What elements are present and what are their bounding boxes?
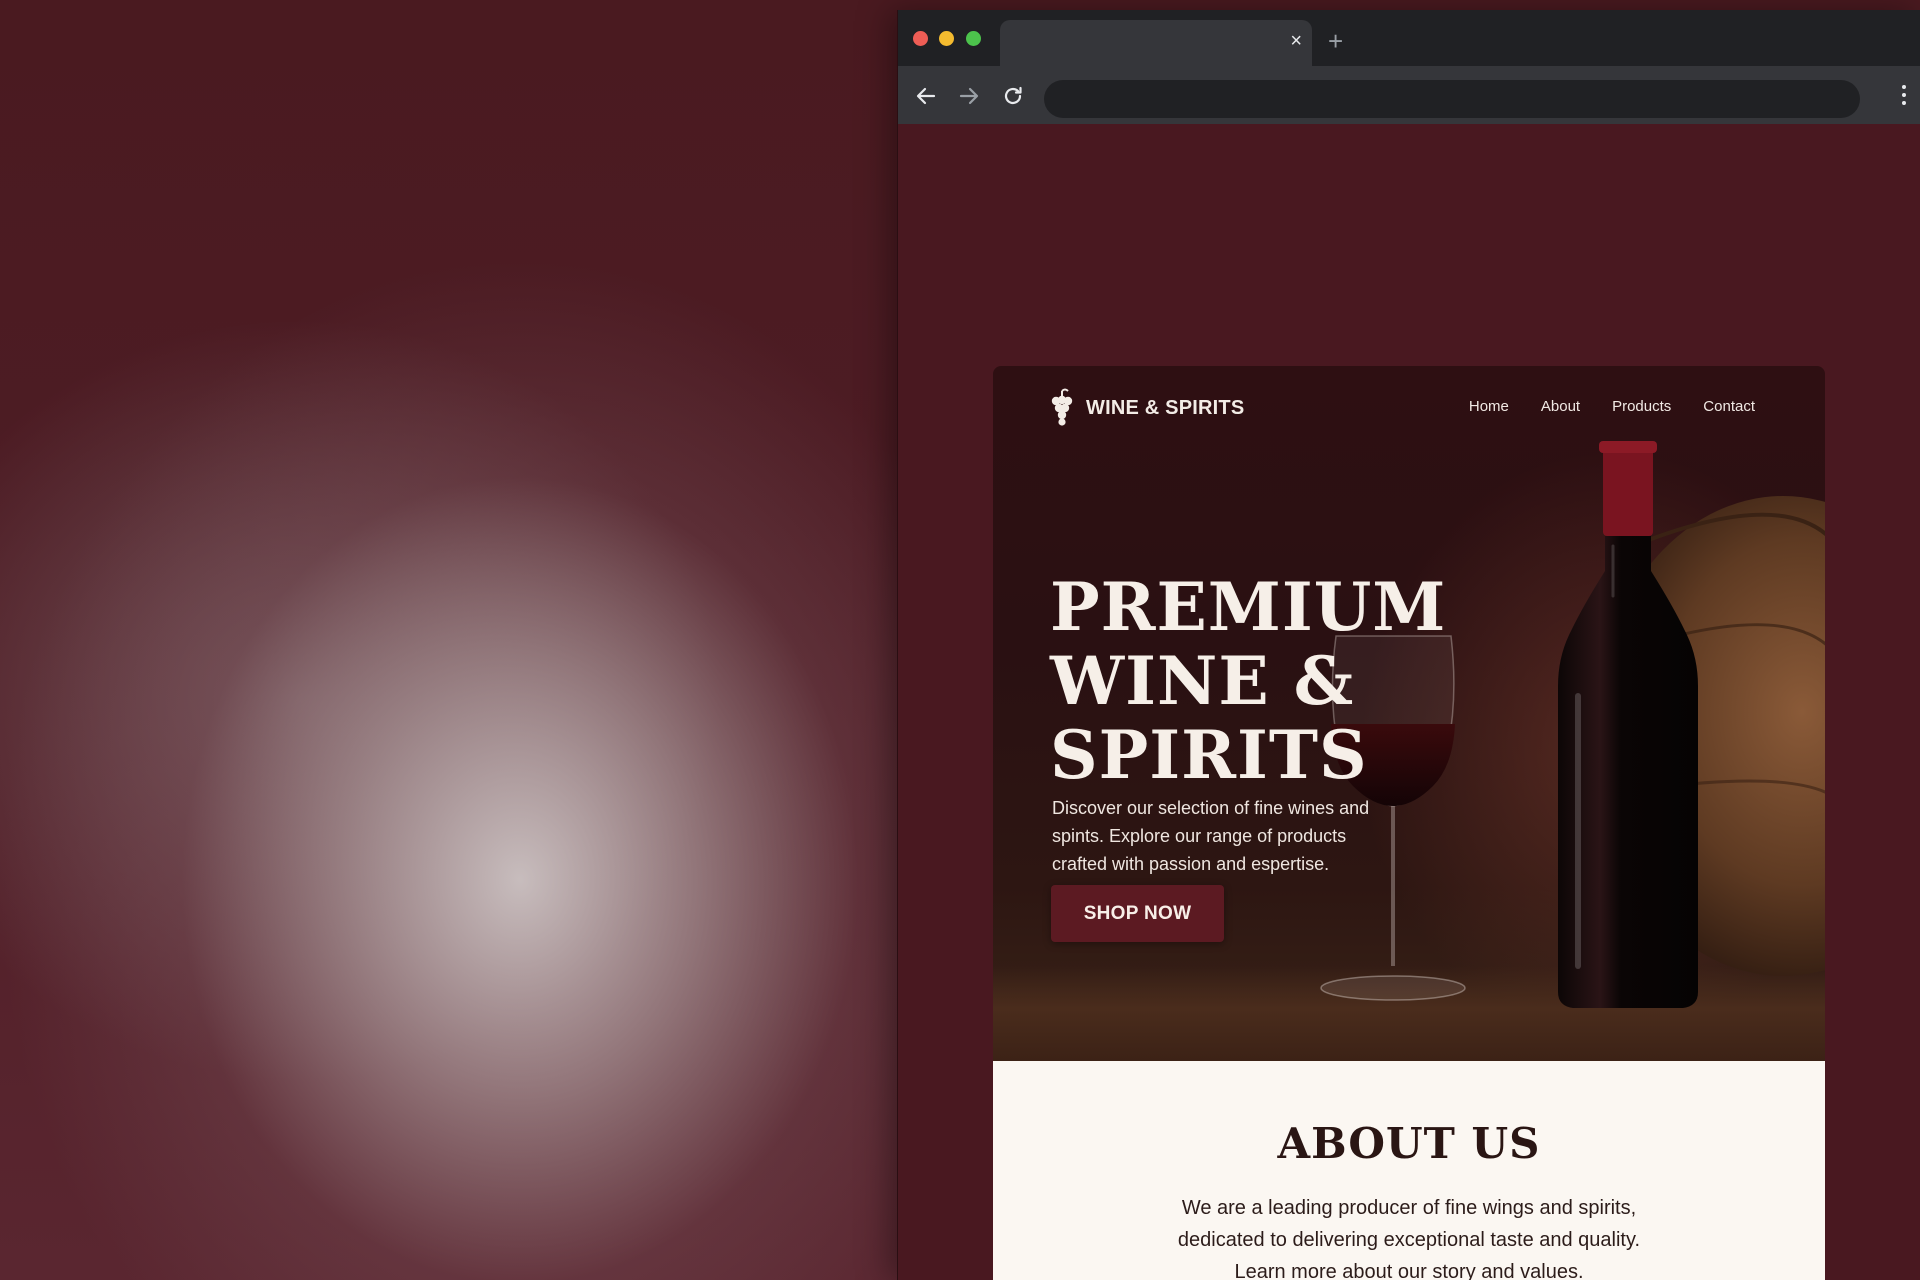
shop-now-button[interactable]: SHOP NOW <box>1051 885 1224 942</box>
about-title: ABOUT US <box>1277 1119 1541 1168</box>
browser-menu-icon[interactable] <box>1901 83 1907 107</box>
tab-strip: × + <box>898 10 1920 66</box>
maximize-window-button[interactable] <box>966 31 981 46</box>
address-bar[interactable] <box>1044 80 1860 118</box>
close-window-button[interactable] <box>913 31 928 46</box>
browser-window: × + WINE & SPIRITS Home About Products C… <box>897 10 1920 1280</box>
close-tab-icon[interactable]: × <box>1290 31 1302 51</box>
nav-item-products[interactable]: Products <box>1612 398 1671 415</box>
new-tab-button[interactable]: + <box>1328 28 1343 54</box>
nav-item-home[interactable]: Home <box>1469 398 1509 415</box>
website-card: WINE & SPIRITS Home About Products Conta… <box>993 366 1825 1280</box>
bottle-capsule <box>1603 441 1653 536</box>
nav-item-about[interactable]: About <box>1541 398 1580 415</box>
minimize-window-button[interactable] <box>939 31 954 46</box>
hero-title: PREMIUM WINE & SPIRITS <box>1050 570 1445 795</box>
hero-title-line-2: WINE & <box>1050 642 1355 721</box>
hero-title-line-3: SPIRITS <box>1050 716 1368 795</box>
main-nav: Home About Products Contact <box>1469 398 1755 415</box>
browser-toolbar <box>898 66 1920 124</box>
hero-description: Discover our selection of fine wines and… <box>1052 798 1370 874</box>
about-text: We are a leading producer of fine wings … <box>1177 1197 1641 1280</box>
back-arrow-icon[interactable] <box>914 84 938 108</box>
browser-tab[interactable]: × <box>1000 20 1312 66</box>
nav-item-contact[interactable]: Contact <box>1703 398 1755 415</box>
about-section: ABOUT US We are a leading producer of fi… <box>993 1061 1825 1280</box>
page-viewport: WINE & SPIRITS Home About Products Conta… <box>898 124 1920 1280</box>
brand-name: WINE & SPIRITS <box>1086 396 1245 419</box>
forward-arrow-icon[interactable] <box>957 84 981 108</box>
reload-icon[interactable] <box>1001 84 1025 108</box>
brand-logo-group[interactable]: WINE & SPIRITS <box>1048 388 1244 428</box>
hero-section: WINE & SPIRITS Home About Products Conta… <box>993 366 1825 1061</box>
hero-title-line-1: PREMIUM <box>1050 568 1447 647</box>
grape-icon <box>1051 388 1073 426</box>
